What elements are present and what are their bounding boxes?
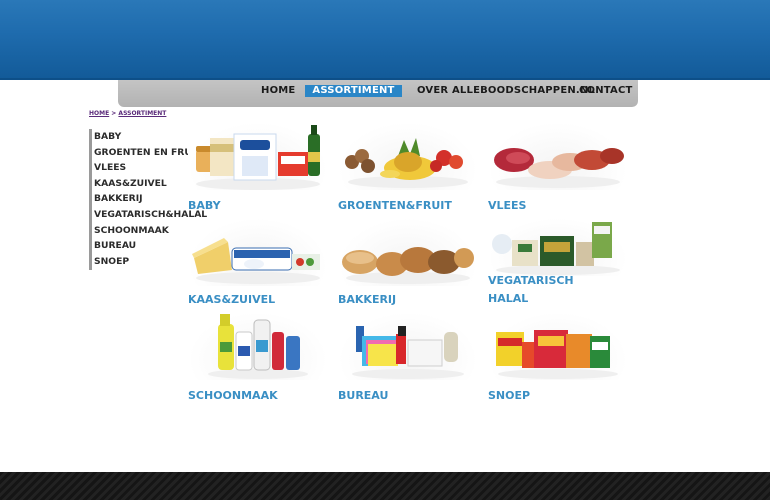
category-tile-groenten-fruit[interactable]: GROENTEN&FRUIT [338, 122, 478, 214]
bureau-image [338, 312, 478, 380]
sidebar-item-vlees[interactable]: VLEES [92, 160, 189, 176]
category-label-bakkerij: BAKKERIJ [338, 293, 397, 306]
breadcrumb-home-link[interactable]: HOME [89, 110, 109, 117]
category-tile-bureau[interactable]: BUREAU [338, 312, 478, 404]
category-label-groenten-fruit: GROENTEN&FRUIT [338, 199, 452, 212]
category-label-baby: BABY [188, 199, 221, 212]
nav-contact[interactable]: CONTACT [579, 85, 633, 97]
vlees-image [488, 122, 628, 190]
bakkerij-image [338, 218, 478, 286]
breadcrumb-current-link[interactable]: ASSORTIMENT [118, 110, 166, 117]
breadcrumb: HOME > ASSORTIMENT [89, 110, 166, 117]
sidebar-item-bureau[interactable]: BUREAU [92, 238, 189, 254]
nav-over-alleboodschappen[interactable]: OVER ALLEBOODSCHAPPEN.NL [417, 85, 595, 97]
header-banner [0, 0, 770, 80]
snoep-image [488, 312, 628, 380]
groenten-fruit-image [338, 122, 478, 190]
kaas-zuivel-image [188, 218, 328, 286]
category-tile-vegatarisch-halal[interactable]: VEGATARISCH HALAL [488, 218, 628, 310]
category-label-bureau: BUREAU [338, 389, 389, 402]
category-label-vlees: VLEES [488, 199, 527, 212]
category-label-schoonmaak: SCHOONMAAK [188, 389, 278, 402]
schoonmaak-image [188, 312, 328, 380]
category-label-kaas-zuivel: KAAS&ZUIVEL [188, 293, 276, 306]
nav-assortiment[interactable]: ASSORTIMENT [305, 85, 402, 97]
main-nav: HOME ASSORTIMENT OVER ALLEBOODSCHAPPEN.N… [118, 80, 638, 107]
category-sidebar: BABY GROENTEN EN FRUIT VLEES KAAS&ZUIVEL… [89, 129, 207, 270]
category-tile-kaas-zuivel[interactable]: KAAS&ZUIVEL [188, 218, 328, 310]
category-label-snoep: SNOEP [488, 389, 531, 402]
category-tile-vlees[interactable]: VLEES [488, 122, 628, 214]
category-tile-schoonmaak[interactable]: SCHOONMAAK [188, 312, 328, 404]
sidebar-item-kaas-zuivel[interactable]: KAAS&ZUIVEL [92, 176, 189, 192]
vegatarisch-halal-image [488, 218, 628, 276]
baby-products-image [188, 122, 328, 190]
sidebar-item-schoonmaak[interactable]: SCHOONMAAK [92, 223, 189, 239]
nav-home[interactable]: HOME [261, 85, 295, 97]
category-tile-bakkerij[interactable]: BAKKERIJ [338, 218, 478, 310]
sidebar-item-vegatarisch-halal[interactable]: VEGATARISCH&HALAL [92, 207, 207, 223]
category-label-vegatarisch: VEGATARISCH [488, 274, 574, 287]
sidebar-item-groenten-en-fruit[interactable]: GROENTEN EN FRUIT [92, 145, 201, 161]
sidebar-item-snoep[interactable]: SNOEP [92, 254, 189, 270]
footer-strip [0, 472, 770, 500]
category-tile-baby[interactable]: BABY [188, 122, 328, 214]
sidebar-item-bakkerij[interactable]: BAKKERIJ [92, 191, 189, 207]
category-tile-snoep[interactable]: SNOEP [488, 312, 628, 404]
category-label-halal: HALAL [488, 292, 529, 305]
sidebar-item-baby[interactable]: BABY [92, 129, 189, 145]
